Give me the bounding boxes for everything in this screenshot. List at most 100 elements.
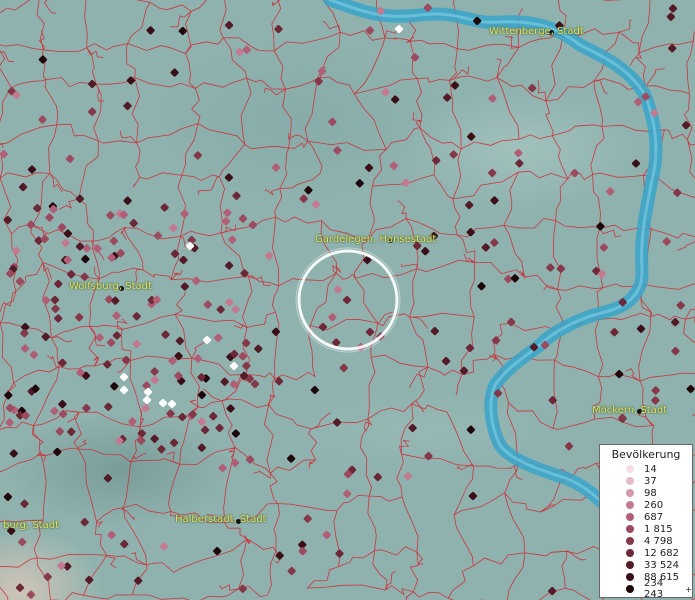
settlement-dot [137, 436, 146, 445]
city-label-wittenberge[interactable]: Wittenberge, Stadt [489, 26, 584, 37]
boundary-line [555, 220, 600, 229]
boundary-line [219, 0, 227, 38]
boundary-line [367, 186, 375, 241]
settlement-dot [45, 213, 54, 222]
boundary-line [78, 198, 94, 241]
boundary-line [59, 365, 95, 370]
boundary-line [282, 89, 292, 149]
boundary-line [244, 144, 289, 150]
city-label-halberstadt[interactable]: Halberstadt, Stadt [175, 514, 267, 525]
settlement-dot [75, 313, 84, 322]
settlement-dot [596, 222, 605, 231]
settlement-dot [33, 204, 42, 213]
settlement-dot [4, 391, 13, 400]
boundary-line [396, 454, 404, 497]
boundary-line [191, 0, 207, 12]
settlement-dot [238, 214, 248, 223]
legend-item: 37 [600, 475, 692, 487]
settlement-dot [488, 168, 497, 177]
settlement-dot [75, 242, 85, 251]
boundary-line [370, 354, 428, 368]
settlement-dot [424, 452, 433, 461]
boundary-line [197, 123, 246, 145]
settlement-dot [492, 336, 501, 345]
boundary-line [13, 366, 60, 384]
city-label-magdeburg[interactable]: burg, Stadt [3, 520, 59, 531]
boundary-line [685, 316, 695, 323]
boundary-line [552, 220, 562, 290]
boundary-line [594, 319, 604, 377]
settlement-dot [119, 372, 129, 382]
boundary-line [540, 493, 591, 513]
boundary-line [307, 428, 318, 460]
boundary-line [552, 124, 602, 137]
legend-label: 33 524 [644, 559, 679, 571]
settlement-dot [112, 311, 121, 320]
boundary-line [40, 453, 47, 521]
settlement-dot [175, 336, 184, 345]
settlement-dot [671, 347, 680, 356]
boundary-line [129, 360, 143, 428]
settlement-dot [110, 382, 119, 391]
settlement-dot [391, 95, 400, 104]
map-view[interactable]: Wittenberge, Stadt Gardelegen, Hansestad… [0, 0, 695, 600]
boundary-line [374, 546, 418, 556]
city-label-wolfsburg[interactable]: Wolfsburg, Stadt [69, 281, 152, 292]
settlement-dot [318, 322, 328, 332]
boundary-line [43, 0, 57, 14]
settlement-dot [410, 53, 420, 62]
boundary-line [127, 43, 186, 54]
boundary-line [106, 554, 147, 566]
boundary-line [503, 217, 556, 229]
settlement-dot [421, 247, 430, 256]
boundary-line [449, 80, 462, 149]
settlement-dot [141, 404, 150, 413]
boundary-line [639, 372, 695, 382]
boundary-line [33, 366, 60, 426]
settlement-dot [50, 295, 59, 304]
boundary-line [644, 68, 665, 87]
boundary-line [401, 453, 474, 467]
boundary-line [304, 77, 319, 142]
settlement-dot [389, 161, 398, 170]
legend-label: 260 [644, 499, 664, 511]
settlement-dot [342, 295, 352, 305]
boundary-line [409, 268, 418, 318]
boundary-line [51, 325, 90, 339]
legend-label: 1 815 [644, 523, 673, 535]
boundary-line [288, 132, 308, 142]
settlement-dot [38, 115, 47, 124]
boundary-line [200, 588, 239, 600]
settlement-dot [303, 514, 312, 523]
settlement-dot [201, 425, 210, 435]
city-label-gardelegen[interactable]: Gardelegen, Hansestadt [315, 234, 436, 245]
boundary-line [419, 127, 462, 150]
settlement-dot [209, 412, 218, 421]
settlement-dot [673, 188, 682, 197]
settlement-dot [146, 26, 155, 35]
boundary-line [136, 123, 199, 144]
settlement-dot [180, 282, 189, 291]
settlement-dot [143, 387, 153, 397]
settlement-dot [328, 313, 337, 322]
settlement-dot [197, 443, 206, 452]
boundary-line [638, 40, 694, 54]
city-label-moeckern[interactable]: Möckern, Stadt [592, 405, 667, 416]
legend-item: 234 243 + [600, 578, 692, 600]
boundary-line [123, 461, 131, 508]
boundary-line [133, 177, 141, 188]
boundary-line [83, 594, 133, 600]
legend-label: 687 [644, 511, 664, 523]
settlement-dot [82, 244, 91, 253]
boundary-line [175, 314, 248, 328]
boundary-line [384, 37, 411, 42]
boundary-line [503, 225, 525, 278]
legend-swatch [626, 525, 634, 533]
settlement-dot [226, 404, 235, 413]
boundary-line [105, 554, 117, 569]
boundary-line [446, 411, 474, 467]
boundary-line [0, 586, 9, 600]
settlement-dot [132, 339, 141, 349]
settlement-dot [225, 298, 234, 307]
settlement-dot [150, 434, 159, 443]
